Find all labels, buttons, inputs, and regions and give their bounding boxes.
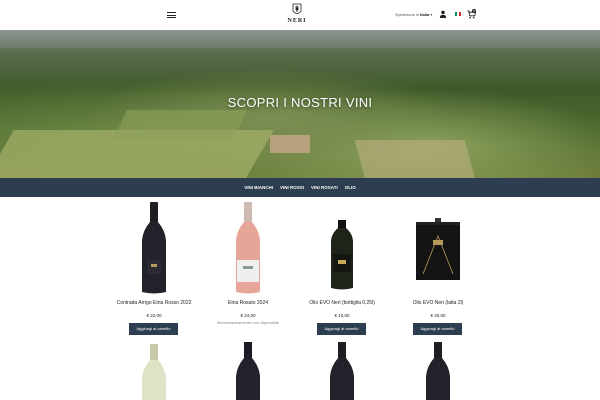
product-card: Olio EVO Neri (bottiglia 0,25l) € 10,00 … bbox=[287, 200, 397, 335]
hero-vineyard bbox=[354, 140, 476, 178]
product-card: Olio EVO Neri (latta 2l) € 40,00 Aggiung… bbox=[383, 200, 493, 335]
add-to-cart-button[interactable]: Aggiungi al carrello bbox=[129, 323, 178, 335]
product-image[interactable] bbox=[287, 200, 397, 296]
oil-bottle-icon bbox=[331, 220, 353, 290]
product-price: € 10,00 bbox=[334, 313, 350, 318]
hero-banner: SCOPRI I NOSTRI VINI bbox=[0, 30, 600, 178]
wine-bottle-icon[interactable] bbox=[383, 340, 493, 400]
wine-bottle-icon[interactable] bbox=[287, 340, 397, 400]
add-to-cart-button[interactable]: Aggiungi al carrello bbox=[413, 323, 462, 335]
product-name[interactable]: Olio EVO Neri (latta 2l) bbox=[383, 300, 493, 306]
category-link-vini-rossi[interactable]: VINI ROSSI bbox=[280, 178, 304, 197]
hero-title: SCOPRI I NOSTRI VINI bbox=[227, 95, 373, 110]
shipping-label: Spedizione in bbox=[395, 12, 420, 17]
logo-crest-icon bbox=[292, 3, 302, 14]
product-row bbox=[0, 340, 600, 400]
shipping-selector[interactable]: Spedizione in Italia ▾ bbox=[395, 12, 432, 17]
oil-tin-icon bbox=[416, 218, 460, 280]
product-name[interactable]: Olio EVO Neri (bottiglia 0,25l) bbox=[287, 300, 397, 306]
product-grid: Contrada Arrigo Etna Rosso 2022 € 22,00 … bbox=[0, 197, 600, 400]
site-logo[interactable]: NERI bbox=[286, 3, 308, 27]
user-icon[interactable] bbox=[439, 10, 447, 18]
unavailable-note: Momentaneamente non disponibile bbox=[216, 320, 280, 325]
product-price: € 40,00 bbox=[430, 313, 446, 318]
hero-vineyard bbox=[113, 110, 247, 140]
menu-icon[interactable] bbox=[167, 12, 176, 18]
flag-stripe-red bbox=[459, 12, 461, 16]
category-nav: VINI BIANCHI VINI ROSSI VINI ROSATI OLIO bbox=[0, 178, 600, 197]
category-link-olio[interactable]: OLIO bbox=[345, 178, 356, 197]
site-header: NERI Spedizione in Italia ▾ 0 bbox=[0, 0, 600, 30]
shipping-country: Italia bbox=[420, 12, 430, 17]
add-to-cart-button[interactable]: Aggiungi al carrello bbox=[317, 323, 366, 335]
category-link-vini-rosati[interactable]: VINI ROSATI bbox=[311, 178, 338, 197]
product-image[interactable] bbox=[383, 200, 493, 296]
category-link-vini-bianchi[interactable]: VINI BIANCHI bbox=[244, 178, 273, 197]
hero-estate bbox=[270, 135, 310, 153]
italy-flag-icon[interactable] bbox=[455, 12, 461, 16]
logo-text: NERI bbox=[287, 18, 307, 24]
hero-sky bbox=[0, 30, 600, 48]
chevron-down-icon: ▾ bbox=[430, 12, 433, 17]
cart-count-badge: 0 bbox=[472, 9, 476, 13]
